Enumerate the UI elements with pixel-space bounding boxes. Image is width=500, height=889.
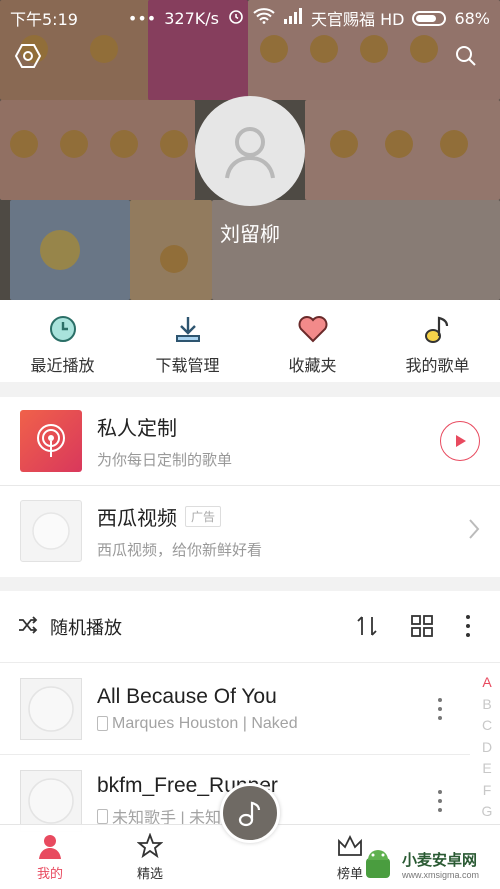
card-subtitle: 为你每日定制的歌单 [97, 451, 233, 469]
quick-action-playlists[interactable]: 我的歌单 [375, 300, 500, 382]
quick-action-label: 收藏夹 [288, 356, 337, 375]
person-icon [39, 835, 61, 859]
quick-action-recent[interactable]: 最近播放 [0, 300, 125, 382]
status-time: 下午5:19 [10, 10, 78, 29]
alpha-index[interactable]: A B C D E F G [480, 672, 494, 823]
alpha-index-letter[interactable]: A [480, 672, 494, 694]
watermark-title: 小麦安卓网 [402, 850, 478, 869]
phone-icon [97, 716, 108, 731]
alarm-icon [227, 7, 245, 29]
battery-icon [412, 10, 447, 26]
card-title-text: 西瓜视频 [97, 505, 177, 530]
chevron-right-icon [468, 518, 480, 544]
radio-icon [20, 410, 82, 472]
app-screen: 下午5:19 ••• 327K/s 天官赐福 HD 68% 刘留柳 最近播放 下… [0, 0, 500, 889]
status-dots: ••• [127, 8, 157, 28]
wifi-icon [253, 8, 275, 28]
sort-icon[interactable] [354, 613, 380, 643]
song-row[interactable]: All Because Of You Marques Houston | Nak… [0, 663, 470, 755]
star-icon [137, 833, 163, 859]
ad-badge: 广告 [185, 505, 222, 527]
heart-icon [296, 312, 330, 346]
card-title-text: 私人定制 [97, 416, 177, 440]
watermark-url: www.xmsigma.com [402, 869, 480, 880]
quick-action-favorites[interactable]: 收藏夹 [250, 300, 375, 382]
shuffle-icon[interactable] [18, 615, 38, 638]
status-speed: 327K/s [164, 8, 219, 28]
recommend-cards: 私人定制 为你每日定制的歌单 西瓜视频 广告 西瓜视频，给你新鲜好看 [0, 397, 500, 577]
song-more-icon[interactable] [436, 789, 444, 817]
songs-header: 随机播放 [0, 591, 500, 663]
signal-icon [283, 8, 303, 28]
card-xigua-video[interactable]: 西瓜视频 广告 西瓜视频，给你新鲜好看 [0, 486, 500, 575]
search-icon[interactable] [450, 40, 482, 72]
shuffle-play-label[interactable]: 随机播放 [50, 614, 122, 640]
tab-mine[interactable]: 我的 [0, 825, 100, 889]
tab-label: 精选 [136, 867, 163, 882]
alpha-index-letter[interactable]: E [480, 758, 494, 780]
quick-action-label: 我的歌单 [405, 356, 470, 375]
music-note-icon [421, 312, 455, 346]
song-subtitle: Marques Houston | Naked [112, 714, 298, 732]
quick-action-label: 下载管理 [155, 356, 220, 375]
alpha-index-letter[interactable]: B [480, 694, 494, 716]
download-icon [171, 312, 205, 346]
battery-level: 68% [454, 8, 490, 28]
status-bar: 下午5:19 ••• 327K/s 天官赐福 HD 68% [0, 0, 500, 36]
quick-action-label: 最近播放 [30, 356, 95, 375]
carrier-name: 天官赐福 HD [310, 10, 405, 29]
phone-icon [97, 808, 108, 824]
profile-header: 下午5:19 ••• 327K/s 天官赐福 HD 68% 刘留柳 [0, 0, 500, 300]
now-playing-button[interactable] [220, 783, 280, 843]
alpha-index-letter[interactable]: G [480, 801, 494, 823]
song-title: All Because Of You [97, 684, 277, 708]
tab-label: 我的 [36, 867, 63, 882]
album-art-placeholder [20, 677, 82, 740]
play-button[interactable] [440, 421, 480, 461]
song-more-icon[interactable] [436, 697, 444, 725]
person-icon [225, 127, 275, 179]
watermark: 小麦安卓网 www.xmsigma.com [360, 842, 500, 886]
quick-action-download[interactable]: 下载管理 [125, 300, 250, 382]
android-logo-icon [366, 850, 390, 878]
card-private-custom[interactable]: 私人定制 为你每日定制的歌单 [0, 397, 500, 486]
alpha-index-letter[interactable]: C [480, 715, 494, 737]
alpha-index-letter[interactable]: F [480, 780, 494, 802]
card-title: 私人定制 [97, 412, 232, 441]
card-subtitle: 西瓜视频，给你新鲜好看 [97, 540, 263, 559]
card-title: 西瓜视频 广告 [97, 502, 262, 531]
quick-actions: 最近播放 下载管理 收藏夹 我的歌单 [0, 300, 500, 382]
alpha-index-letter[interactable]: D [480, 737, 494, 759]
more-vertical-icon[interactable] [464, 614, 472, 642]
tab-featured[interactable]: 精选 [100, 825, 200, 889]
username[interactable]: 刘留柳 [0, 218, 500, 247]
avatar[interactable] [195, 96, 305, 206]
video-logo-icon [20, 499, 82, 562]
music-note-icon [238, 801, 261, 827]
grid-view-icon[interactable] [410, 614, 434, 642]
play-icon [456, 435, 466, 447]
clock-icon [46, 312, 80, 346]
album-art-placeholder [20, 770, 82, 832]
hexagon-settings-icon[interactable] [12, 40, 44, 72]
